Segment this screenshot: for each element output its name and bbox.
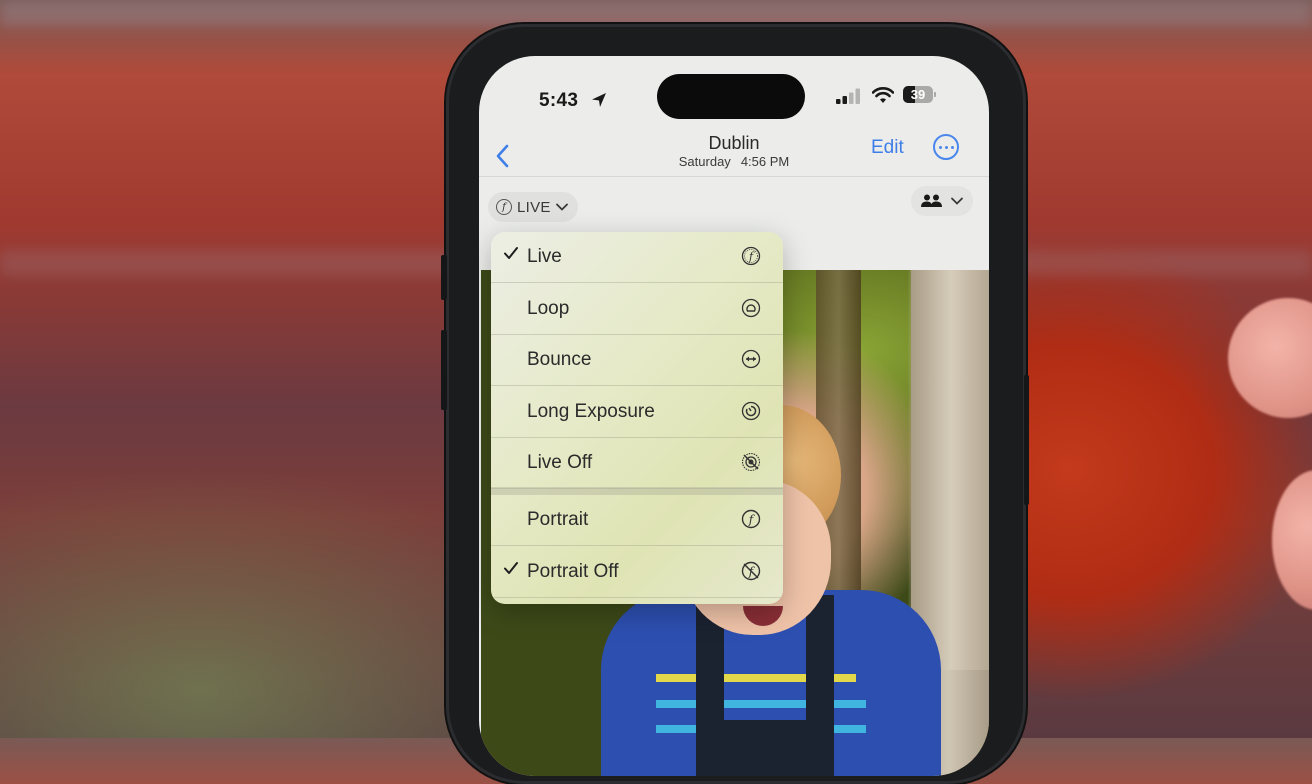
location-arrow-icon bbox=[592, 93, 606, 107]
menu-item-label: Live bbox=[527, 246, 562, 267]
ellipsis-circle-icon bbox=[938, 145, 942, 149]
menu-item-loop[interactable]: Loop bbox=[491, 284, 783, 335]
status-bar: 5:43 39 bbox=[479, 56, 989, 119]
menu-item-label: Portrait Off bbox=[527, 560, 619, 582]
live-mode-menu: Live f Loop Bounce Long Exposure Live Off Por… bbox=[491, 232, 783, 604]
menu-item-live-off[interactable]: Live Off bbox=[491, 438, 783, 489]
menu-item-label: Long Exposure bbox=[527, 400, 655, 422]
phone-screen: 5:43 39 Dublin Saturday 4:56 PM Edit f L… bbox=[479, 56, 989, 776]
svg-text:f: f bbox=[748, 250, 755, 263]
wifi-icon bbox=[872, 87, 894, 103]
menu-item-label: Bounce bbox=[527, 349, 592, 370]
ellipsis-dot bbox=[944, 145, 948, 149]
people-icon bbox=[921, 194, 942, 207]
menu-item-live[interactable]: Live f bbox=[491, 232, 783, 283]
portrait-off-icon: f bbox=[741, 561, 761, 580]
menu-item-label: Portrait bbox=[527, 509, 589, 530]
live-off-icon bbox=[741, 452, 761, 472]
battery-body: 39 bbox=[903, 86, 933, 103]
chevron-down-icon bbox=[555, 203, 568, 211]
status-time: 5:43 bbox=[539, 90, 579, 111]
checkmark-icon bbox=[504, 247, 518, 259]
menu-separator bbox=[491, 487, 783, 495]
chevron-down-icon bbox=[951, 197, 963, 205]
menu-item-portrait-off[interactable]: Portrait Off f bbox=[491, 547, 783, 598]
live-photo-icon: f bbox=[741, 246, 761, 266]
cellular-signal-icon bbox=[836, 88, 860, 104]
battery-percent: 39 bbox=[910, 87, 926, 102]
volume-button bbox=[441, 330, 447, 410]
navigation-bar: Dublin Saturday 4:56 PM Edit bbox=[479, 124, 989, 177]
background-stripe bbox=[0, 0, 1312, 26]
battery-indicator: 39 bbox=[903, 86, 937, 104]
volume-button bbox=[441, 255, 447, 300]
page-title: Dublin bbox=[708, 133, 760, 153]
menu-item-long-exposure[interactable]: Long Exposure bbox=[491, 387, 783, 438]
battery-cap bbox=[934, 92, 936, 97]
page-subtitle: Saturday 4:56 PM bbox=[479, 154, 989, 169]
finger bbox=[1228, 298, 1312, 418]
edit-button[interactable]: Edit bbox=[871, 137, 904, 159]
more-button[interactable] bbox=[933, 134, 959, 160]
subtitle-day: Saturday bbox=[678, 154, 731, 169]
live-mode-label: LIVE bbox=[517, 198, 551, 216]
finger bbox=[1272, 470, 1312, 610]
loop-icon bbox=[741, 298, 761, 317]
svg-text:f: f bbox=[748, 513, 756, 527]
photo-overall-bib bbox=[696, 720, 834, 776]
live-mode-button[interactable]: f LIVE bbox=[488, 192, 578, 222]
long-exposure-icon bbox=[741, 401, 761, 420]
menu-item-label: Live Off bbox=[527, 452, 593, 473]
menu-item-portrait[interactable]: Portrait f bbox=[491, 495, 783, 546]
ellipsis-dot bbox=[950, 145, 954, 149]
menu-item-bounce[interactable]: Bounce bbox=[491, 335, 783, 386]
dynamic-island bbox=[657, 74, 805, 119]
portrait-icon: f bbox=[741, 509, 761, 529]
photo-tree-trunk bbox=[911, 270, 989, 670]
subtitle-time: 4:56 PM bbox=[740, 154, 790, 169]
side-button bbox=[1024, 375, 1029, 505]
photo-shirt-stripe bbox=[656, 700, 866, 708]
checkmark-icon bbox=[504, 561, 518, 574]
live-photo-icon: f bbox=[496, 199, 512, 215]
menu-item-label: Loop bbox=[527, 297, 570, 319]
people-filter-button[interactable] bbox=[911, 186, 973, 216]
bounce-icon bbox=[741, 349, 761, 369]
